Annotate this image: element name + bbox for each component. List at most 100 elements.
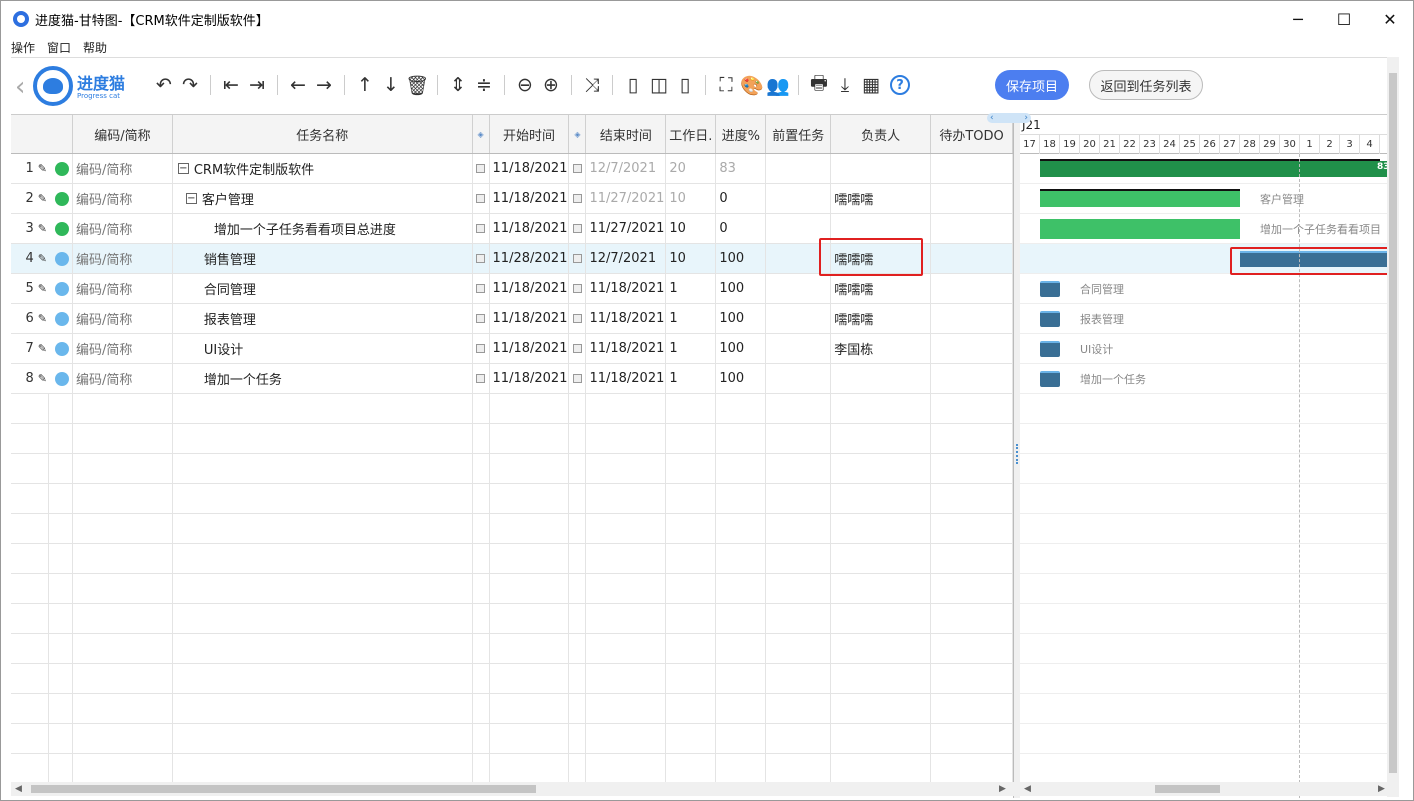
end-lock-checkbox[interactable] [572,314,582,323]
todo-cell[interactable] [931,274,1013,303]
end-date-cell[interactable]: 12/7/2021 [586,154,667,183]
users-icon[interactable]: 👥 [766,72,790,98]
header-name[interactable]: 任务名称 [173,115,473,153]
end-lock-checkbox[interactable] [572,194,582,203]
splitter-handle-icon[interactable] [1016,444,1018,464]
task-name-cell[interactable]: 增加一个子任务看看项目总进度 [173,214,473,243]
move-down-icon[interactable]: ↓ [379,72,403,98]
gantt-row[interactable]: UI设计 [1020,334,1390,364]
scroll-right-icon[interactable]: ▶ [999,782,1006,796]
indent-icon[interactable]: ⇥ [245,72,269,98]
gantt-row[interactable]: 报表管理 [1020,304,1390,334]
edit-pencil-icon[interactable]: ✎ [38,252,47,265]
workdays-cell[interactable]: 10 [666,214,717,243]
owner-cell[interactable]: 嚅嚅嚅 [831,184,932,213]
minimize-button[interactable]: ─ [1275,1,1321,37]
start-date-cell[interactable]: 11/18/2021 [490,274,570,303]
gantt-row[interactable]: 增加一个任务 [1020,364,1390,394]
header-progress[interactable]: 进度% [716,115,767,153]
predecessor-cell[interactable] [766,154,832,183]
header-code[interactable]: 编码/简称 [73,115,173,153]
task-block-icon[interactable] [1040,281,1060,297]
workdays-cell[interactable]: 10 [666,184,717,213]
table-row[interactable]: 8 ✎ 编码/简称 增加一个任务 11/18/2021 11/18/2021 1 100 [11,364,1013,394]
print-icon[interactable]: 🖶 [807,72,831,98]
expand-rows-icon[interactable]: ⇕ [446,72,470,98]
move-left-icon[interactable]: ← [286,72,310,98]
maximize-button[interactable]: ☐ [1321,1,1367,37]
header-start[interactable]: 开始时间 [490,115,570,153]
end-date-cell[interactable]: 11/27/2021 [586,184,667,213]
code-cell[interactable]: 编码/简称 [73,364,173,393]
progress-cell[interactable]: 83 [716,154,767,183]
redo-icon[interactable]: ↷ [178,72,202,98]
menu-window[interactable]: 窗口 [47,39,71,56]
start-lock-checkbox[interactable] [476,194,486,203]
download-icon[interactable]: ⤓ [833,72,857,98]
palette-icon[interactable]: 🎨 [740,72,764,98]
workdays-cell[interactable]: 1 [666,304,717,333]
delete-icon[interactable]: 🗑 [405,72,429,98]
task-block-icon[interactable] [1040,341,1060,357]
code-cell[interactable]: 编码/简称 [73,304,173,333]
gantt-row[interactable]: 增加一个子任务看看项目 [1020,214,1390,244]
workdays-cell[interactable]: 1 [666,274,717,303]
empty-row[interactable] [11,544,1013,574]
start-lock-checkbox[interactable] [476,314,486,323]
back-to-task-list-button[interactable]: 返回到任务列表 [1089,70,1203,100]
menu-help[interactable]: 帮助 [83,39,107,56]
fullscreen-icon[interactable]: ⛶ [714,72,738,98]
empty-row[interactable] [11,424,1013,454]
progress-cell[interactable]: 0 [716,214,767,243]
workdays-cell[interactable]: 10 [666,244,717,273]
predecessor-cell[interactable] [766,304,832,333]
task-name-cell[interactable]: − 客户管理 [173,184,473,213]
todo-cell[interactable] [931,334,1013,363]
owner-cell[interactable]: 嚅嚅嚅 [831,274,932,303]
progress-cell[interactable]: 100 [716,304,767,333]
task-bar[interactable] [1040,191,1240,207]
owner-cell[interactable] [831,364,932,393]
gantt-nav-pill[interactable]: ‹ › [987,113,1031,123]
edit-pencil-icon[interactable]: ✎ [38,162,47,175]
header-owner[interactable]: 负责人 [831,115,932,153]
empty-row[interactable] [11,454,1013,484]
end-lock-checkbox[interactable] [572,374,582,383]
outdent-icon[interactable]: ⇤ [219,72,243,98]
link-icon[interactable]: ⤨ [580,72,604,98]
move-right-icon[interactable]: → [312,72,336,98]
zoom-in-icon[interactable]: ⊕ [539,72,563,98]
progress-cell[interactable]: 100 [716,364,767,393]
collapse-toggle-icon[interactable]: − [177,163,189,174]
code-cell[interactable]: 编码/简称 [73,274,173,303]
close-button[interactable]: ✕ [1367,1,1413,37]
task-name-cell[interactable]: − CRM软件定制版软件 [173,154,473,183]
back-chevron-icon[interactable]: ‹ [15,72,25,102]
empty-row[interactable] [11,754,1013,784]
gantt-scroll-right-icon[interactable]: ▶ [1378,782,1385,796]
gantt-horizontal-scrollbar[interactable]: ◀ ▶ [1020,782,1390,796]
gantt-row[interactable]: 合同管理 [1020,274,1390,304]
vertical-scrollbar[interactable] [1387,57,1399,797]
header-predecessor[interactable]: 前置任务 [766,115,832,153]
code-cell[interactable]: 编码/简称 [73,184,173,213]
edit-pencil-icon[interactable]: ✎ [38,312,47,325]
gantt-next-icon[interactable]: › [1024,113,1028,123]
owner-cell[interactable] [831,154,932,183]
workdays-cell[interactable]: 20 [666,154,717,183]
empty-row[interactable] [11,484,1013,514]
end-lock-checkbox[interactable] [572,254,582,263]
header-days[interactable]: 工作日. [666,115,717,153]
gantt-prev-icon[interactable]: ‹ [990,113,994,123]
todo-cell[interactable] [931,214,1013,243]
todo-cell[interactable] [931,304,1013,333]
task-block-icon[interactable] [1040,311,1060,327]
gantt-row[interactable]: 83 [1020,154,1390,184]
owner-cell[interactable]: 李国栋 [831,334,932,363]
empty-row[interactable] [11,394,1013,424]
edit-pencil-icon[interactable]: ✎ [38,342,47,355]
table-row[interactable]: 7 ✎ 编码/简称 UI设计 11/18/2021 11/18/2021 1 100 李国栋 [11,334,1013,364]
scroll-left-icon[interactable]: ◀ [15,782,22,796]
start-date-cell[interactable]: 11/28/2021 [490,244,570,273]
table-row[interactable]: 2 ✎ 编码/简称 − 客户管理 11/18/2021 11/27/2021 10 0 嚅嚅嚅 [11,184,1013,214]
